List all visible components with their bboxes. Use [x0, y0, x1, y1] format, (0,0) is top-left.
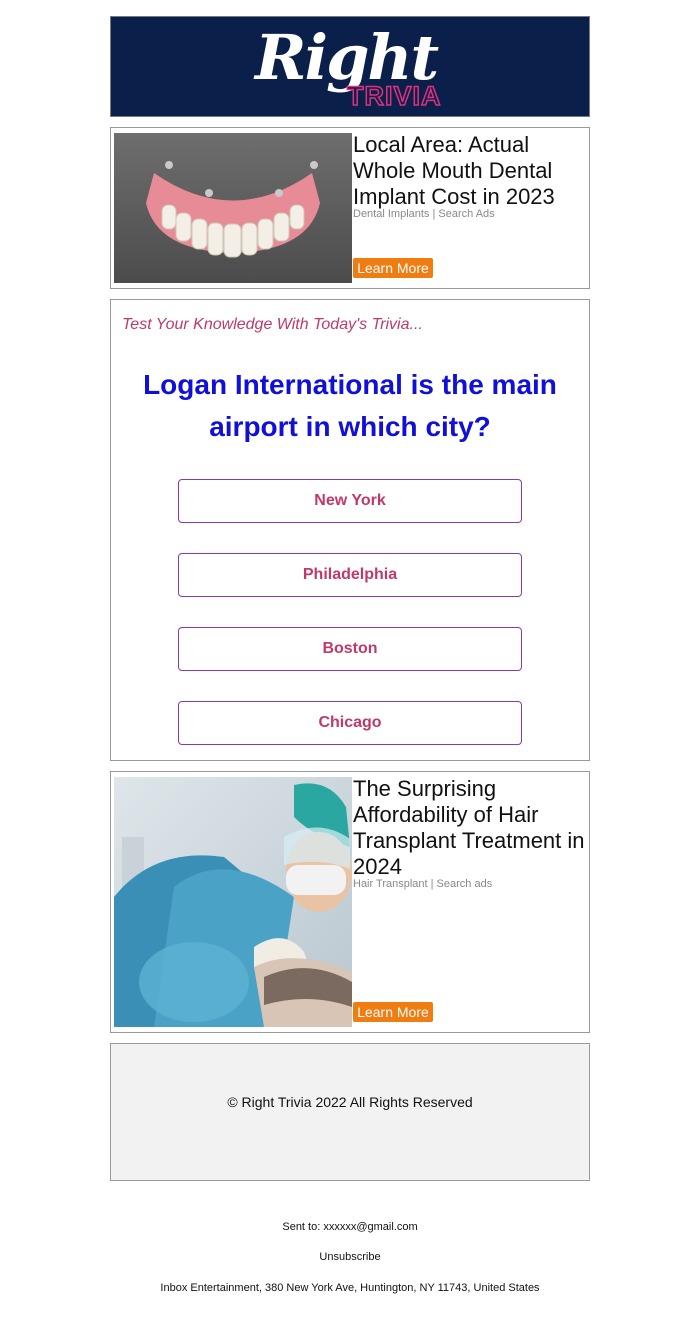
hair-transplant-ad[interactable]: The Surprising Affordability of Hair Tra…	[110, 771, 590, 1033]
copyright-text: © Right Trivia 2022 All Rights Reserved	[227, 1094, 473, 1110]
trivia-card: Test Your Knowledge With Today's Trivia.…	[110, 299, 590, 761]
answer-button-chicago[interactable]: Chicago	[178, 701, 522, 745]
sent-to-text: Sent to: xxxxxx@gmail.com	[282, 1221, 418, 1233]
answer-button-new-york[interactable]: New York	[178, 479, 522, 523]
hair-ad-title[interactable]: The Surprising Affordability of Hair Tra…	[353, 776, 585, 880]
hair-ad-text: The Surprising Affordability of Hair Tra…	[353, 776, 585, 890]
trivia-question: Logan International is the main airport …	[143, 369, 557, 442]
dental-implant-ad[interactable]: Local Area: Actual Whole Mouth Dental Im…	[110, 127, 590, 289]
dental-ad-title[interactable]: Local Area: Actual Whole Mouth Dental Im…	[353, 132, 585, 210]
dental-learn-more-button[interactable]: Learn More	[353, 258, 433, 278]
dental-ad-text: Local Area: Actual Whole Mouth Dental Im…	[353, 132, 585, 220]
dental-implant-image[interactable]	[114, 133, 352, 283]
answer-button-philadelphia[interactable]: Philadelphia	[178, 553, 522, 597]
mailing-address: Inbox Entertainment, 380 New York Ave, H…	[160, 1282, 540, 1294]
answer-button-boston[interactable]: Boston	[178, 627, 522, 671]
hair-ad-source: Hair Transplant | Search ads	[353, 878, 493, 890]
header-banner[interactable]: Right TRIVIA	[110, 16, 590, 117]
unsubscribe-link[interactable]: Unsubscribe	[0, 1251, 700, 1263]
hair-transplant-image[interactable]	[114, 777, 352, 1027]
hair-learn-more-button[interactable]: Learn More	[353, 1002, 433, 1022]
trivia-tagline: Test Your Knowledge With Today's Trivia.…	[122, 316, 423, 333]
logo-trivia-text: TRIVIA	[346, 80, 442, 112]
copyright-box: © Right Trivia 2022 All Rights Reserved	[110, 1043, 590, 1181]
right-trivia-logo[interactable]: Right TRIVIA	[111, 17, 589, 116]
